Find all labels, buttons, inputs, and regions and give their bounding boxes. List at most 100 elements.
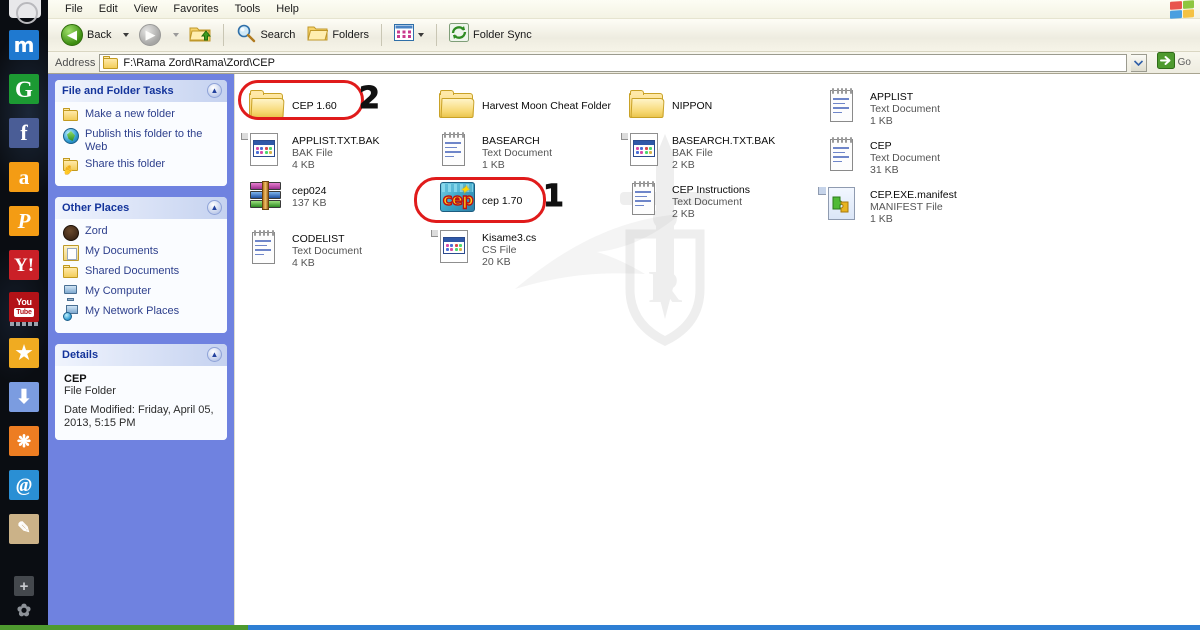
back-button-label: Back	[87, 29, 112, 41]
screenshot-root: m G f a P Y! You Tube ★ ⬇ ❋ @ ✎ + ✿ File…	[0, 0, 1200, 630]
views-icon	[394, 24, 415, 46]
file-item-basearch-txt-bak[interactable]: BASEARCH.TXT.BAK BAK File 2 KB	[621, 128, 815, 177]
notes-icon[interactable]: ✎	[9, 514, 39, 544]
search-icon	[236, 23, 256, 48]
file-column-2: Harvest Moon Cheat Folder BASEARCH Text …	[431, 86, 635, 274]
file-type: Text Document	[292, 245, 363, 257]
menu-item-file[interactable]: File	[57, 2, 91, 16]
place-label: Shared Documents	[85, 265, 180, 277]
file-type: Text Document	[672, 196, 743, 208]
menu-item-edit[interactable]: Edit	[91, 2, 126, 16]
up-one-level-button[interactable]	[184, 22, 216, 48]
folder-icon	[249, 90, 285, 126]
file-size: 1 KB	[870, 213, 893, 225]
menu-item-favorites[interactable]: Favorites	[165, 2, 226, 16]
youtube-icon[interactable]: You Tube	[9, 292, 39, 322]
file-item-cep-instructions[interactable]: CEP Instructions Text Document 2 KB	[625, 177, 815, 226]
file-name: CEP 1.60	[292, 100, 337, 112]
file-item-codelist[interactable]: CODELIST Text Document 4 KB	[245, 226, 435, 275]
task-share-this-folder[interactable]: ✋ Share this folder	[62, 158, 219, 175]
file-size: 137 KB	[292, 197, 327, 209]
address-bar: Address F:\Rama Zord\Rama\Zord\CEP Go	[48, 51, 1200, 74]
browser-sidebar-dock: m G f a P Y! You Tube ★ ⬇ ❋ @ ✎ + ✿	[0, 0, 48, 630]
evernote-icon[interactable]: @	[9, 470, 39, 500]
panel-title: Details	[62, 349, 99, 361]
go-button[interactable]: Go	[1151, 51, 1197, 74]
menu-item-help[interactable]: Help	[268, 2, 307, 16]
text-document-icon	[827, 137, 863, 173]
downloads-icon[interactable]: ⬇	[9, 382, 39, 412]
task-label: Make a new folder	[85, 108, 175, 120]
file-name: Harvest Moon Cheat Folder	[482, 100, 611, 112]
settings-gear-icon[interactable]: ✿	[14, 600, 34, 620]
panel-header[interactable]: Details ▲	[55, 344, 227, 366]
file-item-applist-txt-bak[interactable]: APPLIST.TXT.BAK BAK File 4 KB	[241, 128, 435, 177]
panel-header[interactable]: Other Places ▲	[55, 197, 227, 219]
file-size: 1 KB	[870, 115, 893, 127]
panel-header[interactable]: File and Folder Tasks ▲	[55, 80, 227, 102]
menu-item-tools[interactable]: Tools	[227, 2, 269, 16]
file-meta: CEP.EXE.manifest MANIFEST File 1 KB	[870, 185, 957, 225]
file-name: CEP.EXE.manifest	[870, 189, 957, 201]
file-item-nippon[interactable]: NIPPON	[625, 86, 815, 128]
place-zord[interactable]: Zord	[63, 225, 219, 241]
file-and-folder-tasks-panel: File and Folder Tasks ▲ Make a new folde…	[55, 80, 227, 186]
amazon-icon[interactable]: a	[9, 162, 39, 192]
file-item-cep024[interactable]: cep024 137 KB	[245, 177, 435, 226]
annotation-number-2: 2	[359, 81, 381, 117]
my-computer-icon	[63, 285, 79, 301]
views-button[interactable]	[389, 22, 429, 48]
place-shared-documents[interactable]: Shared Documents	[63, 265, 219, 281]
address-dropdown-button[interactable]	[1130, 53, 1147, 72]
place-my-documents[interactable]: My Documents	[63, 245, 219, 261]
place-my-computer[interactable]: My Computer	[63, 285, 219, 301]
chevron-down-icon	[418, 33, 425, 37]
task-publish-to-web[interactable]: Publish this folder to the Web	[63, 128, 219, 154]
panel-body: Zord My Documents Shared Documents My Co…	[55, 219, 227, 333]
folders-button[interactable]: Folders	[302, 22, 374, 48]
collapse-chevron-icon[interactable]: ▲	[207, 347, 222, 362]
favorites-star-icon[interactable]: ★	[9, 338, 39, 368]
file-item-harvest-moon-cheat-folder[interactable]: Harvest Moon Cheat Folder	[435, 86, 635, 128]
file-type: BAK File	[672, 147, 713, 159]
file-item-applist[interactable]: APPLIST Text Document 1 KB	[823, 84, 1013, 133]
forward-button[interactable]: ▶	[134, 22, 166, 48]
file-item-cep-160[interactable]: CEP 1.60	[245, 86, 435, 128]
file-meta: cep 1.70	[482, 180, 522, 207]
collapse-chevron-icon[interactable]: ▲	[207, 200, 222, 215]
winrar-archive-icon	[249, 181, 285, 217]
file-item-cep-exe-manifest[interactable]: CEP.EXE.manifest MANIFEST File 1 KB	[818, 182, 1013, 231]
dock-top-button[interactable]	[9, 0, 41, 24]
forward-dropdown-button[interactable]	[168, 22, 182, 48]
text-document-icon	[439, 132, 475, 168]
file-list-view[interactable]: R CEP 1.60 APPLIST.TXT.BAK BAK File 4 KB…	[234, 74, 1200, 625]
file-item-cep-170[interactable]: ✦ cep cep 1.70	[435, 177, 635, 225]
folders-button-label: Folders	[332, 29, 370, 41]
file-name: NIPPON	[672, 100, 713, 112]
menu-item-view[interactable]: View	[126, 2, 166, 16]
search-button[interactable]: Search	[231, 22, 300, 48]
text-document-icon	[629, 181, 665, 217]
file-item-kisame3-cs[interactable]: Kisame3.cs CS File 20 KB	[431, 225, 635, 274]
place-my-network-places[interactable]: My Network Places	[63, 305, 219, 321]
my-documents-icon	[63, 245, 79, 261]
task-make-new-folder[interactable]: Make a new folder	[63, 108, 219, 124]
yahoo-icon[interactable]: Y!	[9, 250, 39, 280]
file-name: cep024	[292, 185, 327, 197]
facebook-icon[interactable]: f	[9, 118, 39, 148]
back-dropdown-button[interactable]	[118, 22, 132, 48]
chevron-down-icon	[173, 33, 180, 37]
maxthon-icon[interactable]: m	[9, 30, 39, 60]
address-input[interactable]: F:\Rama Zord\Rama\Zord\CEP	[99, 53, 1127, 72]
back-button[interactable]: ◀ Back	[56, 22, 116, 48]
folder-sync-button[interactable]: Folder Sync	[444, 22, 537, 48]
rss-feed-icon[interactable]: ❋	[9, 426, 39, 456]
file-item-cep-text[interactable]: CEP Text Document 31 KB	[823, 133, 1013, 182]
file-meta: Harvest Moon Cheat Folder	[482, 89, 611, 112]
bak-file-icon	[241, 132, 285, 168]
add-icon[interactable]: +	[14, 576, 34, 596]
paypal-icon[interactable]: P	[9, 206, 39, 236]
collapse-chevron-icon[interactable]: ▲	[207, 83, 222, 98]
file-item-basearch[interactable]: BASEARCH Text Document 1 KB	[435, 128, 635, 177]
google-icon[interactable]: G	[9, 74, 39, 104]
